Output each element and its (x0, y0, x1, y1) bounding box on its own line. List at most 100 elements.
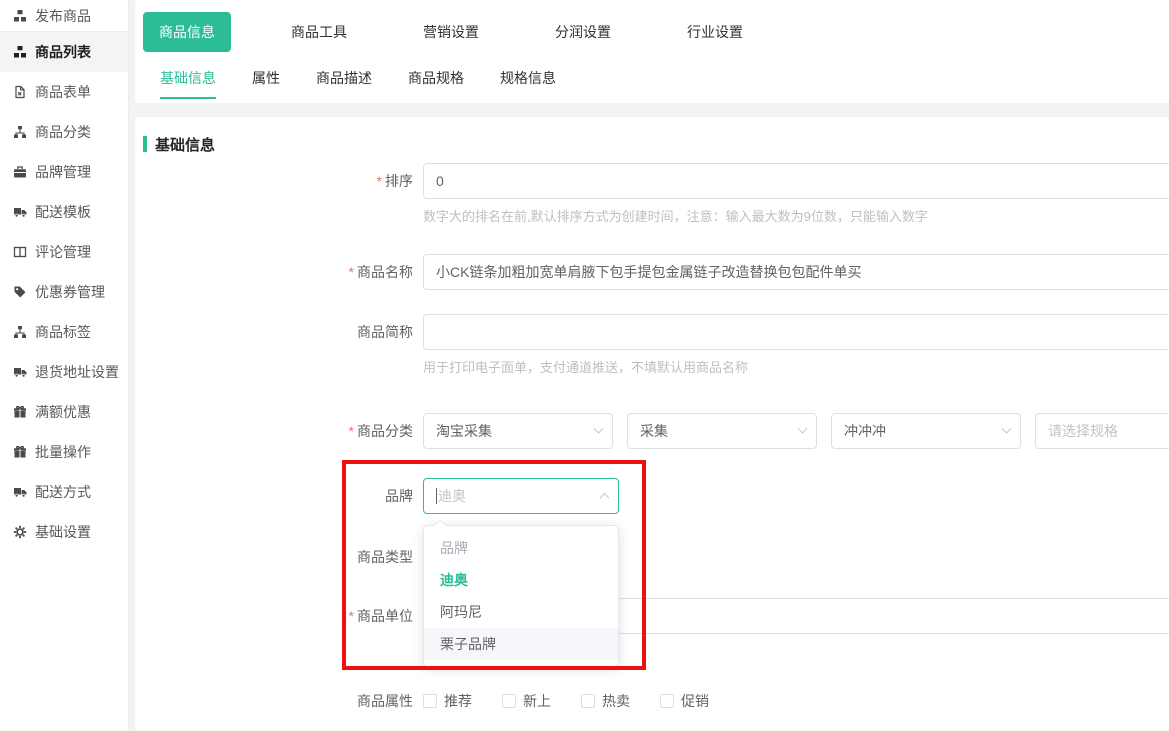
sidebar-item-label: 商品表单 (35, 82, 91, 102)
product-type-label: 商品类型 (143, 539, 423, 575)
section-title: 基础信息 (155, 134, 215, 155)
sidebar-item-product-list[interactable]: 商品列表 (0, 32, 128, 72)
chevron-up-icon (600, 492, 610, 502)
sidebar-item-batch-operation[interactable]: 批量操作 (0, 432, 128, 472)
required-mark: * (349, 264, 354, 280)
brand-dropdown: 品牌 迪奥 阿玛尼 栗子品牌 (423, 525, 619, 667)
product-name-row: *商品名称 (143, 254, 1169, 290)
sidebar-item-label: 配送方式 (35, 482, 91, 502)
subtab-basic-info[interactable]: 基础信息 (160, 68, 216, 99)
gift-icon (13, 445, 27, 459)
section-header: 基础信息 (143, 135, 1169, 153)
category-row: *商品分类 淘宝采集 采集 冲冲冲 请选择规格 (143, 413, 1169, 449)
short-name-help-text: 用于打印电子面单，支付通道推送，不填默认用商品名称 (423, 357, 1169, 376)
product-attrs-row: 商品属性 推荐 新上 热卖 (143, 691, 1169, 711)
required-mark: * (377, 173, 382, 189)
brand-option-dior[interactable]: 迪奥 (424, 564, 618, 596)
text-cursor (436, 488, 437, 504)
sidebar-item-label: 优惠券管理 (35, 282, 105, 302)
sidebar-item-label: 商品分类 (35, 122, 91, 142)
checkbox-icon[interactable] (581, 694, 595, 708)
checkbox-icon[interactable] (423, 694, 437, 708)
sitemap-icon (13, 125, 27, 139)
attr-checkbox-recommend[interactable]: 推荐 (423, 691, 472, 711)
sort-input[interactable] (423, 163, 1169, 199)
sidebar-item-shipping-template[interactable]: 配送模板 (0, 192, 128, 232)
product-attrs-group: 推荐 新上 热卖 促销 (423, 691, 709, 711)
sidebar-item-label: 退货地址设置 (35, 362, 119, 382)
chevron-down-icon (1002, 423, 1012, 433)
section-accent-bar (143, 136, 147, 152)
checkbox-icon[interactable] (502, 694, 516, 708)
tab-industry-settings[interactable]: 行业设置 (671, 12, 759, 52)
sidebar-item-label: 品牌管理 (35, 162, 91, 182)
sidebar-item-review-management[interactable]: 评论管理 (0, 232, 128, 272)
main-area: 商品信息 商品工具 营销设置 分润设置 行业设置 基础信息 属性 商品描述 商品… (129, 0, 1169, 731)
sidebar-item-product-tags[interactable]: 商品标签 (0, 312, 128, 352)
product-attrs-label: 商品属性 (143, 691, 423, 711)
subtab-spec-info[interactable]: 规格信息 (500, 68, 556, 99)
sort-help-text: 数字大的排名在前,默认排序方式为创建时间，注意：输入最大数为9位数，只能输入数字 (423, 206, 1169, 225)
sidebar-item-return-address-settings[interactable]: 退货地址设置 (0, 352, 128, 392)
sidebar-item-coupon-management[interactable]: 优惠券管理 (0, 272, 128, 312)
product-unit-label: *商品单位 (143, 598, 423, 634)
brand-select[interactable]: 迪奥 (423, 478, 619, 514)
tab-profit-settings[interactable]: 分润设置 (539, 12, 627, 52)
briefcase-icon (13, 165, 27, 179)
tab-product-tools[interactable]: 商品工具 (275, 12, 363, 52)
product-name-label: *商品名称 (143, 254, 423, 290)
cubes-icon (13, 45, 27, 59)
tab-card: 商品信息 商品工具 营销设置 分润设置 行业设置 基础信息 属性 商品描述 商品… (135, 0, 1169, 103)
tag-icon (13, 285, 27, 299)
subtab-product-description[interactable]: 商品描述 (316, 68, 372, 99)
tab-marketing-settings[interactable]: 营销设置 (407, 12, 495, 52)
sidebar: 发布商品 商品列表 商品表单 商品分类 品牌管理 配送模板 评论管理 优惠券管理… (0, 0, 129, 731)
tab-product-info[interactable]: 商品信息 (143, 12, 231, 52)
category-select-level3[interactable]: 冲冲冲 (831, 413, 1021, 449)
chevron-down-icon (594, 423, 604, 433)
chevron-down-icon (798, 423, 808, 433)
required-mark: * (349, 608, 354, 624)
sidebar-item-product-form[interactable]: 商品表单 (0, 72, 128, 112)
short-name-input[interactable] (423, 314, 1169, 350)
brand-option-lizi[interactable]: 栗子品牌 (424, 628, 618, 660)
product-name-control (423, 254, 1169, 290)
attr-checkbox-hot[interactable]: 热卖 (581, 691, 630, 711)
brand-row: 品牌 迪奥 品牌 迪奥 阿玛尼 栗子品牌 (143, 478, 1169, 514)
brand-option-placeholder[interactable]: 品牌 (424, 532, 618, 564)
sub-tab-bar: 基础信息 属性 商品描述 商品规格 规格信息 (143, 68, 1169, 99)
truck-icon (13, 485, 27, 499)
attr-checkbox-promo[interactable]: 促销 (660, 691, 709, 711)
subtab-product-spec[interactable]: 商品规格 (408, 68, 464, 99)
sidebar-item-publish-product[interactable]: 发布商品 (0, 0, 128, 32)
category-select-level1[interactable]: 淘宝采集 (423, 413, 613, 449)
sidebar-item-full-discount[interactable]: 满额优惠 (0, 392, 128, 432)
category-select-level2[interactable]: 采集 (627, 413, 817, 449)
checkbox-icon[interactable] (660, 694, 674, 708)
gear-icon (13, 525, 27, 539)
subtab-attributes[interactable]: 属性 (252, 68, 280, 99)
sort-row: *排序 数字大的排名在前,默认排序方式为创建时间，注意：输入最大数为9位数，只能… (143, 163, 1169, 225)
product-type-row: 商品类型 (143, 539, 1169, 575)
sidebar-item-shipping-method[interactable]: 配送方式 (0, 472, 128, 512)
short-name-label: 商品简称 (143, 314, 423, 376)
sidebar-item-label: 批量操作 (35, 442, 91, 462)
spec-select[interactable]: 请选择规格 (1035, 413, 1169, 449)
sidebar-item-basic-settings[interactable]: 基础设置 (0, 512, 128, 552)
sidebar-item-label: 满额优惠 (35, 402, 91, 422)
sidebar-item-label: 发布商品 (35, 6, 91, 26)
short-name-row: 商品简称 用于打印电子面单，支付通道推送，不填默认用商品名称 (143, 314, 1169, 376)
sidebar-item-product-category[interactable]: 商品分类 (0, 112, 128, 152)
short-name-control: 用于打印电子面单，支付通道推送，不填默认用商品名称 (423, 314, 1169, 376)
brand-option-armani[interactable]: 阿玛尼 (424, 596, 618, 628)
attr-checkbox-new[interactable]: 新上 (502, 691, 551, 711)
category-control: 淘宝采集 采集 冲冲冲 请选择规格 (423, 413, 1169, 449)
sitemap-icon (13, 325, 27, 339)
product-name-input[interactable] (423, 254, 1169, 290)
required-mark: * (349, 423, 354, 439)
sidebar-item-label: 配送模板 (35, 202, 91, 222)
brand-label: 品牌 (143, 478, 423, 514)
sidebar-item-label: 商品列表 (35, 42, 91, 62)
sidebar-item-brand-management[interactable]: 品牌管理 (0, 152, 128, 192)
content-card: 基础信息 *排序 数字大的排名在前,默认排序方式为创建时间，注意：输入最大数为9… (135, 117, 1169, 731)
